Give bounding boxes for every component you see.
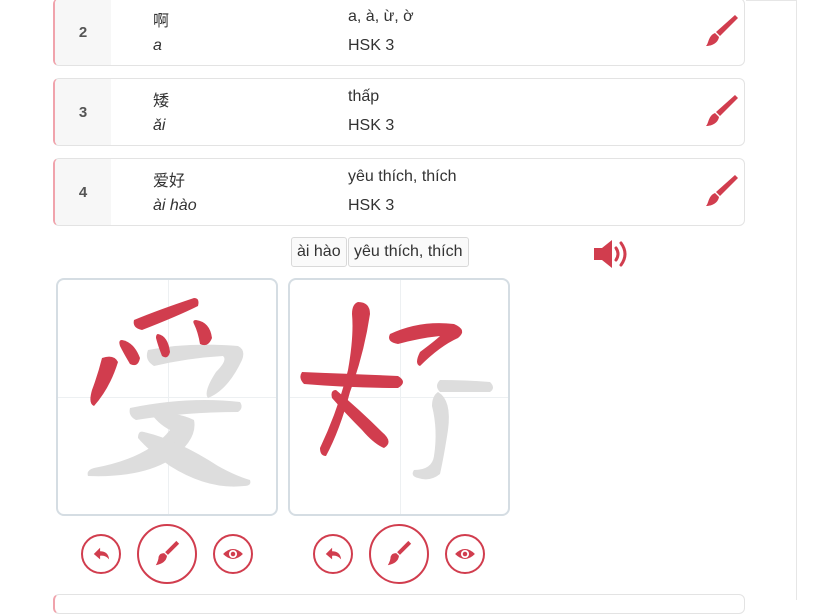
word-card[interactable]: 4 爱好 ài hào yêu thích, thích HSK 3 bbox=[53, 158, 745, 226]
character-strokes bbox=[87, 298, 251, 487]
word-meaning: thấp bbox=[348, 88, 380, 105]
content-edge bbox=[796, 0, 797, 600]
word-index: 3 bbox=[55, 79, 111, 145]
draw-button[interactable] bbox=[137, 524, 197, 584]
word-hanzi: 啊 bbox=[153, 11, 170, 30]
show-outline-button[interactable] bbox=[213, 534, 253, 574]
word-card[interactable]: 3 矮 ǎi thấp HSK 3 bbox=[53, 78, 745, 146]
word-meaning: yêu thích, thích bbox=[348, 168, 457, 185]
stroke-practice-box[interactable] bbox=[56, 278, 278, 516]
brush-icon bbox=[155, 540, 180, 566]
word-pinyin: ǎi bbox=[153, 117, 166, 134]
word-index: 2 bbox=[55, 0, 111, 65]
draw-button[interactable] bbox=[369, 524, 429, 584]
word-index: 4 bbox=[55, 159, 111, 225]
brush-icon[interactable] bbox=[703, 93, 739, 129]
word-level: HSK 3 bbox=[348, 197, 395, 214]
word-level: HSK 3 bbox=[348, 117, 395, 134]
word-level: HSK 3 bbox=[348, 37, 395, 54]
word-hanzi: 爱好 bbox=[153, 171, 186, 190]
stroke-practice-box[interactable] bbox=[288, 278, 510, 516]
speaker-icon[interactable] bbox=[593, 238, 631, 270]
word-card[interactable]: 2 啊 a a, à, ừ, ờ HSK 3 bbox=[53, 0, 745, 66]
brush-icon bbox=[387, 540, 412, 566]
word-meaning: a, à, ừ, ờ bbox=[348, 8, 414, 25]
undo-icon bbox=[325, 547, 342, 560]
top-rule bbox=[746, 0, 796, 1]
character-strokes bbox=[300, 302, 493, 480]
word-card-partial[interactable] bbox=[53, 594, 745, 614]
word-pinyin: ài hào bbox=[153, 197, 197, 214]
undo-icon bbox=[93, 547, 110, 560]
word-hanzi: 矮 bbox=[153, 91, 170, 110]
eye-icon bbox=[223, 549, 243, 559]
pinyin-chip: ài hào bbox=[291, 237, 347, 267]
show-outline-button[interactable] bbox=[445, 534, 485, 574]
meaning-chip: yêu thích, thích bbox=[348, 237, 469, 267]
word-pinyin: a bbox=[153, 37, 162, 54]
undo-button[interactable] bbox=[81, 534, 121, 574]
undo-button[interactable] bbox=[313, 534, 353, 574]
eye-icon bbox=[455, 549, 475, 559]
brush-icon[interactable] bbox=[703, 173, 739, 209]
brush-icon[interactable] bbox=[703, 13, 739, 49]
